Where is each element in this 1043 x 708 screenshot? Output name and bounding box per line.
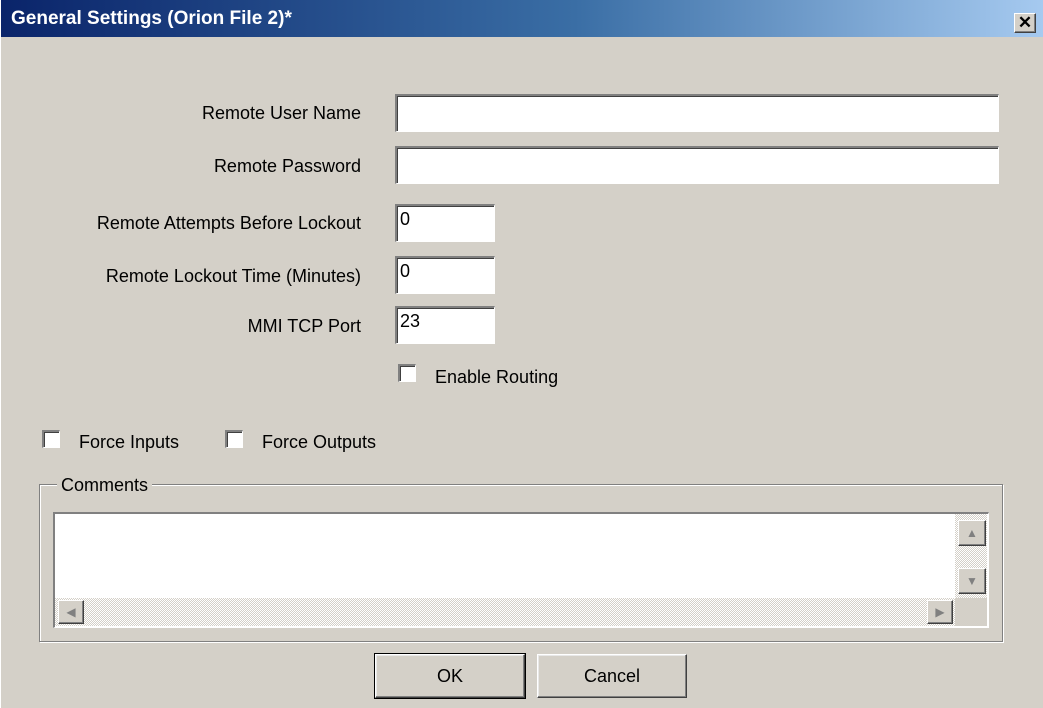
close-icon[interactable]: ✕ (1014, 13, 1036, 33)
force-inputs-checkbox[interactable] (42, 430, 60, 448)
remote-password-input[interactable] (395, 146, 999, 184)
scroll-left-icon[interactable]: ◀ (58, 600, 84, 624)
mmi-tcp-port-input[interactable]: 23 (395, 306, 495, 344)
mmi-tcp-port-label: MMI TCP Port (247, 316, 361, 336)
force-inputs-label[interactable]: Force Inputs (79, 431, 179, 453)
comments-group-label: Comments (57, 474, 153, 496)
remote-lockout-time-label: Remote Lockout Time (Minutes) (105, 266, 361, 286)
remote-password-label: Remote Password (213, 156, 361, 176)
cancel-button[interactable]: Cancel (537, 654, 687, 698)
scroll-right-icon[interactable]: ▶ (927, 600, 953, 624)
remote-attempts-input[interactable]: 0 (395, 204, 495, 242)
force-outputs-checkbox[interactable] (225, 430, 243, 448)
scroll-down-icon[interactable]: ▼ (958, 568, 986, 594)
window-title: General Settings (Orion File 2)* (11, 8, 292, 29)
scrollbar-corner (955, 598, 987, 626)
remote-lockout-time-input[interactable]: 0 (395, 256, 495, 294)
remote-user-name-input[interactable] (395, 94, 999, 132)
comments-horizontal-scrollbar[interactable] (55, 598, 955, 626)
enable-routing-label[interactable]: Enable Routing (435, 366, 558, 388)
remote-user-name-label: Remote User Name (201, 103, 361, 123)
title-bar[interactable]: General Settings (Orion File 2)* ✕ (1, 0, 1043, 37)
general-settings-dialog: General Settings (Orion File 2)* ✕ Remot… (0, 0, 1043, 708)
remote-attempts-label: Remote Attempts Before Lockout (96, 213, 361, 233)
ok-button[interactable]: OK (374, 653, 526, 699)
enable-routing-checkbox[interactable] (398, 364, 416, 382)
scroll-up-icon[interactable]: ▲ (958, 520, 986, 546)
force-outputs-label[interactable]: Force Outputs (262, 431, 376, 453)
